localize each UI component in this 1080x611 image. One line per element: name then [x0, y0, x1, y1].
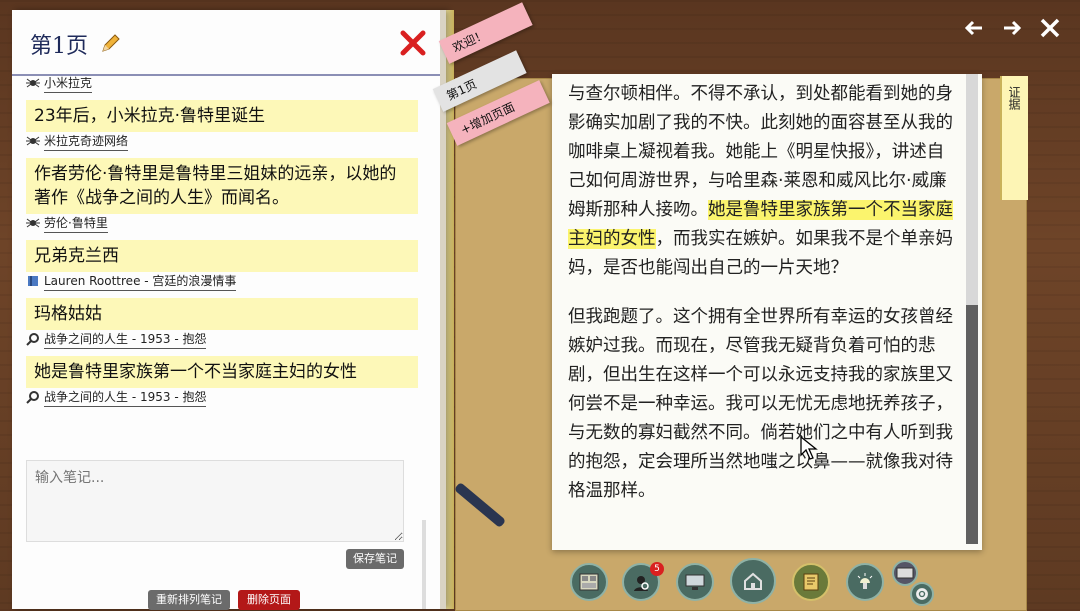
- notification-badge: 5: [650, 562, 664, 576]
- document-text[interactable]: 与查尔顿相伴。不得不承认，到处都能看到她的身影确实加剧了我的不快。此刻她的面容甚…: [568, 80, 960, 526]
- notebook-icon: [803, 573, 819, 591]
- computer-icon: [685, 574, 705, 590]
- notebook-button[interactable]: [792, 563, 830, 601]
- arrow-right-icon[interactable]: [1000, 14, 1024, 42]
- arrow-left-icon[interactable]: [962, 14, 986, 42]
- magnifier-icon: [26, 333, 39, 346]
- note-item[interactable]: 兄弟克兰西: [26, 240, 418, 272]
- note-item[interactable]: 作者劳伦·鲁特里是鲁特里三姐妹的远亲，以她的著作《战争之间的人生》而闻名。: [26, 158, 418, 214]
- note-item[interactable]: 玛格姑姑: [26, 298, 418, 330]
- notes-scrollbar[interactable]: [422, 520, 426, 609]
- lamp-icon: [857, 573, 873, 589]
- detective-icon: [634, 576, 649, 591]
- close-icon[interactable]: [1038, 14, 1062, 42]
- settings-icon: [916, 588, 928, 600]
- pencil-icon[interactable]: [100, 32, 122, 54]
- note-source[interactable]: 米拉克奇迹网络: [26, 132, 418, 151]
- notebook: 第1页 小米拉克 23年后，小米拉克·鲁特里诞生 米拉克奇迹网络 作者劳伦·鲁特…: [12, 10, 446, 610]
- document-para2: 但我跑题了。这个拥有全世界所有幸运的女孩曾经嫉妒过我。而现在，尽管我无疑背负着可…: [568, 307, 953, 501]
- evidence-board-button[interactable]: [570, 563, 608, 601]
- reorder-notes-button[interactable]: 重新排列笔记: [148, 590, 230, 610]
- notes-list: 小米拉克 23年后，小米拉克·鲁特里诞生 米拉克奇迹网络 作者劳伦·鲁特里是鲁特…: [26, 74, 418, 407]
- evidence-board-icon: [579, 573, 599, 591]
- note-source[interactable]: Lauren Roottree - 宫廷的浪漫情事: [26, 272, 418, 291]
- note-source[interactable]: 战争之间的人生 - 1953 - 抱怨: [26, 330, 418, 349]
- save-note-button[interactable]: 保存笔记: [346, 549, 404, 569]
- note-item[interactable]: 她是鲁特里家族第一个不当家庭主妇的女性: [26, 356, 418, 388]
- settings-button[interactable]: [910, 582, 934, 606]
- folder-tab-label: 证据: [1007, 86, 1021, 110]
- home-icon: [744, 572, 762, 590]
- top-navigation: [962, 14, 1062, 42]
- note-input[interactable]: [26, 460, 404, 542]
- home-button[interactable]: [730, 558, 776, 604]
- document-page: 与查尔顿相伴。不得不承认，到处都能看到她的身影确实加剧了我的不快。此刻她的面容甚…: [552, 74, 982, 550]
- note-source[interactable]: 战争之间的人生 - 1953 - 抱怨: [26, 388, 418, 407]
- spider-icon: [26, 78, 40, 88]
- note-source[interactable]: 小米拉克: [26, 74, 418, 93]
- mouse-cursor-icon: [800, 436, 818, 460]
- card-icon: [896, 567, 914, 579]
- notebook-header: 第1页: [12, 10, 440, 76]
- book-icon: [28, 276, 38, 286]
- delete-page-button[interactable]: 删除页面: [238, 590, 300, 610]
- lamp-button[interactable]: [846, 563, 884, 601]
- close-page-icon[interactable]: [398, 28, 428, 58]
- document-scroll-thumb[interactable]: [966, 305, 978, 544]
- magnifier-icon: [26, 391, 39, 404]
- spider-icon: [26, 218, 40, 228]
- spider-icon: [26, 136, 40, 146]
- note-item[interactable]: 23年后，小米拉克·鲁特里诞生: [26, 100, 418, 132]
- page-title: 第1页: [30, 34, 88, 59]
- computer-button[interactable]: [676, 563, 714, 601]
- note-source[interactable]: 劳伦·鲁特里: [26, 214, 418, 233]
